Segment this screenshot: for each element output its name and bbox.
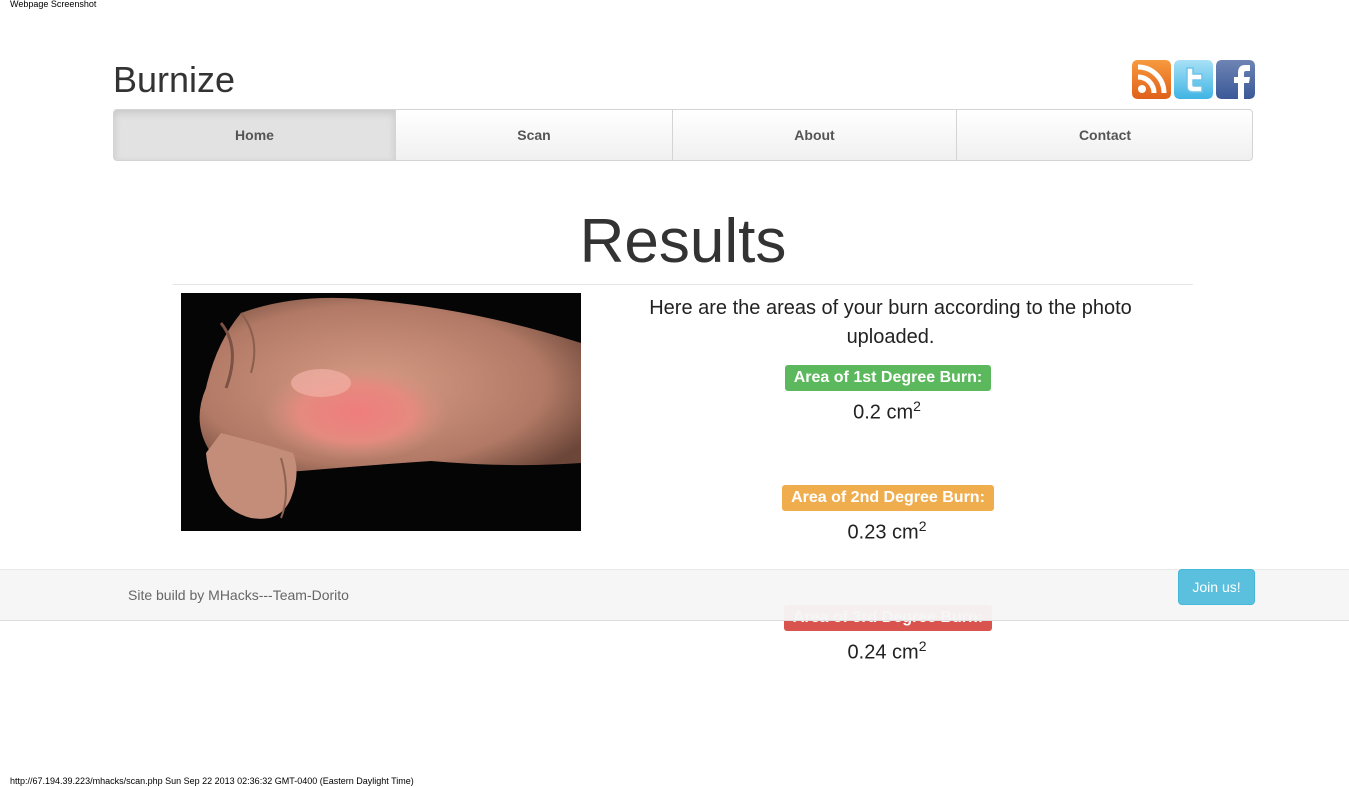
footer-bar: Site build by MHacks---Team-Dorito Join … xyxy=(0,569,1349,621)
nav-scan[interactable]: Scan xyxy=(396,110,673,160)
nav-home[interactable]: Home xyxy=(114,110,396,160)
facebook-icon[interactable] xyxy=(1216,60,1255,99)
main-nav: Home Scan About Contact xyxy=(113,109,1253,161)
print-header: Webpage Screenshot xyxy=(10,0,97,9)
page-title: Results xyxy=(579,207,787,276)
burn-area-value-2nd: 0.23 cm2 xyxy=(847,518,927,544)
title-divider xyxy=(173,284,1193,285)
burn-area-label-2nd: Area of 2nd Degree Burn: xyxy=(782,485,994,511)
burn-photo xyxy=(181,293,581,531)
social-links xyxy=(1132,60,1255,99)
nav-contact[interactable]: Contact xyxy=(957,110,1252,160)
rss-icon[interactable] xyxy=(1132,60,1171,99)
print-footer: http://67.194.39.223/mhacks/scan.php Sun… xyxy=(10,776,414,786)
footer-credit: Site build by MHacks---Team-Dorito xyxy=(128,587,349,603)
burn-area-label-1st: Area of 1st Degree Burn: xyxy=(785,365,991,391)
results-intro: Here are the areas of your burn accordin… xyxy=(649,297,1132,348)
burn-area-value-3rd: 0.24 cm2 xyxy=(847,638,927,664)
brand-title[interactable]: Burnize xyxy=(113,58,235,102)
twitter-icon[interactable] xyxy=(1174,60,1213,99)
burn-area-value-1st: 0.2 cm2 xyxy=(853,398,921,424)
join-us-button[interactable]: Join us! xyxy=(1178,569,1255,605)
nav-about[interactable]: About xyxy=(673,110,957,160)
